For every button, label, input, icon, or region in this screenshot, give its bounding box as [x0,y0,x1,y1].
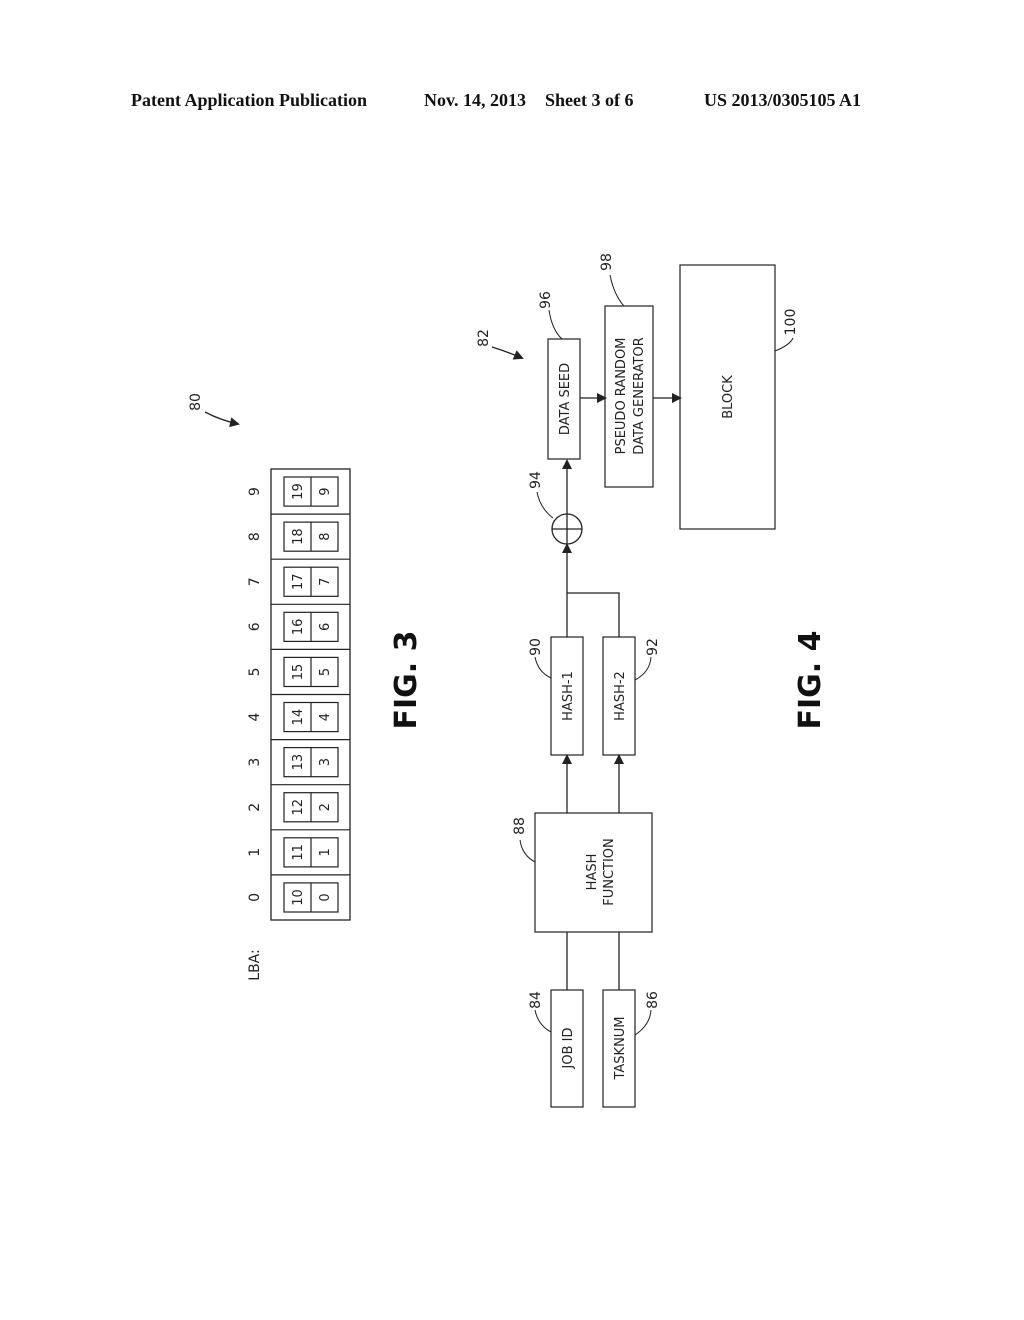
hash-merge-line [567,592,620,637]
fig3-ref-label: 80 [188,393,204,411]
hash-function-text-2: FUNCTION [602,838,617,906]
job-id-leader [534,1009,552,1033]
lba-index-label: 6 [247,622,263,631]
patent-drawing: 80 10 0011 1112 2213 3314 4415 5516 6617 7718 881… [188,253,828,1108]
prng-text-1: PSEUDO RANDOM [614,338,629,455]
lba-cell-bottom-value: 2 [318,803,333,811]
lba-cell-top-value: 19 [291,483,306,500]
lba-index-label: 2 [247,803,263,812]
lba-cell-bottom-value: 8 [318,533,333,541]
job-id-text: JOB ID [561,1028,576,1070]
lba-cell-top-value: 15 [291,664,306,681]
lba-cell-bottom-value: 3 [318,758,333,766]
xor-leader [536,491,554,519]
lba-index-label: 7 [247,577,263,586]
block-leader [774,337,794,352]
hash2-ref: 92 [645,638,661,656]
fig4-ref-arrow [491,346,524,360]
fig4-ref-label: 82 [476,329,492,347]
lba-cell-bottom-value: 6 [318,623,333,631]
lba-cell-bottom-value: 4 [318,713,333,721]
lba-cell-top-value: 18 [291,528,306,545]
xor-ref: 94 [528,471,544,489]
lba-cell-bottom-value: 1 [318,848,333,856]
data-seed-ref: 96 [538,291,554,309]
hash-function-leader [519,839,536,863]
lba-cell-top-value: 12 [291,799,306,816]
lba-index-label: 1 [247,848,263,857]
hash2-text: HASH-2 [613,671,628,721]
prng-ref: 98 [599,253,615,271]
data-seed-text: DATA SEED [558,363,573,435]
lba-cell-top-value: 17 [291,573,306,590]
lba-index-label: 0 [247,893,263,902]
lba-index-label: 5 [247,667,263,676]
lba-axis-label: LBA: [247,949,263,980]
hash-function-ref: 88 [512,817,528,835]
lba-index-label: 9 [247,487,263,496]
hash1-ref: 90 [528,638,544,656]
lba-cell-top-value: 13 [291,754,306,771]
hash1-leader [534,656,552,679]
block-text: BLOCK [721,375,736,419]
fig3-ref-arrow [204,411,240,428]
fig4: 82 JOB ID 84 TASKNUM 86 HASH FUNCTION 88… [476,253,828,1108]
lba-index-label: 4 [247,713,263,722]
block-ref: 100 [783,309,799,336]
prng-leader [609,274,625,307]
prng-text-2: DATA GENERATOR [632,337,647,454]
tasknum-leader [634,1009,652,1036]
job-id-ref: 84 [528,991,544,1009]
hash-function-text-1: HASH [585,854,600,891]
lba-cell-bottom-value: 7 [318,578,333,586]
lba-cell-top-value: 10 [291,889,306,906]
lba-cell-bottom-value: 0 [318,893,333,901]
lba-cell-bottom-value: 5 [318,668,333,676]
tasknum-text: TASKNUM [613,1016,628,1080]
lba-index-label: 3 [247,758,263,767]
lba-cell-top-value: 11 [291,844,306,861]
tasknum-ref: 86 [645,991,661,1009]
hash2-leader [634,656,652,681]
fig4-label: FIG. 4 [793,631,828,730]
lba-cell-top-value: 16 [291,619,306,636]
lba-index-label: 8 [247,532,263,541]
fig3-label: FIG. 3 [389,631,424,730]
data-seed-leader [548,309,563,340]
fig3: 80 10 0011 1112 2213 3314 4415 5516 6617 7718 881… [188,393,424,981]
lba-cell-top-value: 14 [291,709,306,726]
lba-cell-bottom-value: 9 [318,487,333,495]
hash1-text: HASH-1 [561,671,576,721]
